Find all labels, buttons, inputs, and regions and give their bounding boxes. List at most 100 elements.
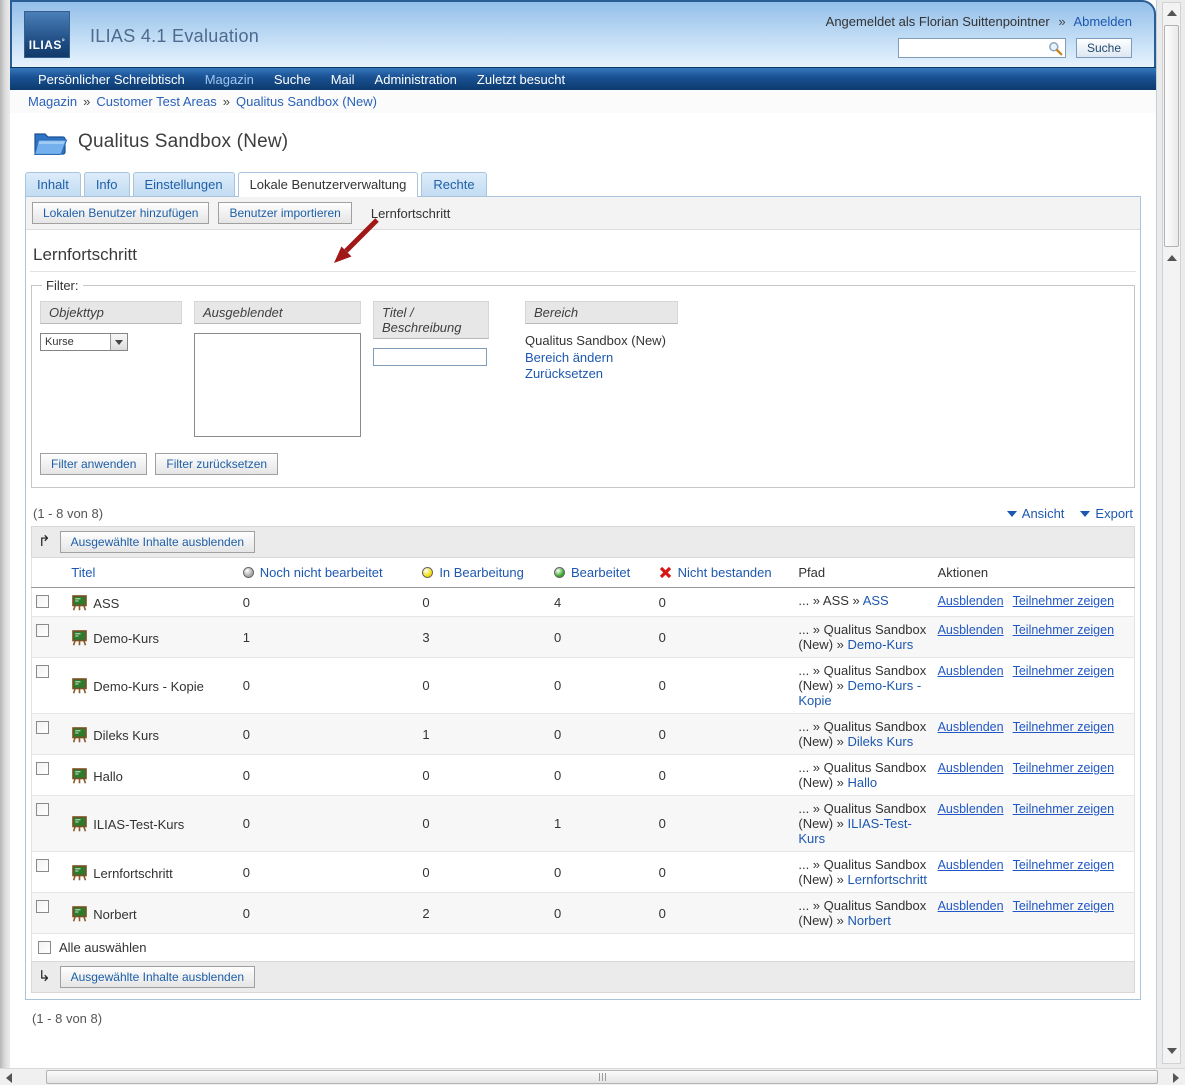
table-row: Hallo0000... » Qualitus Sandbox (New) » … xyxy=(32,755,1135,796)
ausblenden-link[interactable]: Ausblenden xyxy=(938,761,1004,775)
breadcrumb: Magazin»Customer Test Areas»Qualitus San… xyxy=(10,90,1156,113)
nav-item-0[interactable]: Persönlicher Schreibtisch xyxy=(28,72,195,87)
scroll-down-arrow[interactable] xyxy=(1167,1048,1177,1054)
scroll-right-arrow[interactable] xyxy=(1173,1073,1179,1083)
row-checkbox[interactable] xyxy=(36,721,49,734)
tab-0[interactable]: Inhalt xyxy=(25,172,81,196)
teilnehmer-zeigen-link[interactable]: Teilnehmer zeigen xyxy=(1013,761,1114,775)
bulk-hide-button-bottom[interactable]: Ausgewählte Inhalte ausblenden xyxy=(60,966,255,988)
bereich-change-link[interactable]: Bereich ändern xyxy=(525,350,725,365)
horizontal-scrollbar[interactable] xyxy=(0,1068,1185,1085)
titel-filter-input[interactable] xyxy=(373,348,487,366)
tab-2[interactable]: Einstellungen xyxy=(133,172,235,196)
filter-reset-button[interactable]: Filter zurücksetzen xyxy=(155,453,278,475)
path-link[interactable]: ASS xyxy=(863,593,889,608)
row-checkbox[interactable] xyxy=(36,859,49,872)
row-checkbox[interactable] xyxy=(36,762,49,775)
status-count: 0 xyxy=(239,893,419,934)
breadcrumb-link-1[interactable]: Customer Test Areas xyxy=(96,94,216,109)
column-pfad: Pfad xyxy=(794,558,933,588)
path-link[interactable]: Hallo xyxy=(847,775,877,790)
import-users-button[interactable]: Benutzer importieren xyxy=(218,202,351,224)
course-icon xyxy=(71,864,88,881)
ausblenden-link[interactable]: Ausblenden xyxy=(938,802,1004,816)
app-title: ILIAS 4.1 Evaluation xyxy=(90,26,259,47)
table-row: Demo-Kurs1300... » Qualitus Sandbox (New… xyxy=(32,617,1135,658)
path-link[interactable]: Dileks Kurs xyxy=(847,734,913,749)
nav-item-3[interactable]: Mail xyxy=(321,72,365,87)
objekttyp-select[interactable]: Kurse xyxy=(40,333,128,351)
teilnehmer-zeigen-link[interactable]: Teilnehmer zeigen xyxy=(1013,623,1114,637)
nav-item-5[interactable]: Zuletzt besucht xyxy=(467,72,575,87)
path-prefix: ... » ASS » xyxy=(798,593,862,608)
teilnehmer-zeigen-link[interactable]: Teilnehmer zeigen xyxy=(1013,720,1114,734)
export-menu[interactable]: Export xyxy=(1080,506,1133,521)
course-icon xyxy=(71,594,88,611)
teilnehmer-zeigen-link[interactable]: Teilnehmer zeigen xyxy=(1013,664,1114,678)
ausblenden-link[interactable]: Ausblenden xyxy=(938,858,1004,872)
teilnehmer-zeigen-link[interactable]: Teilnehmer zeigen xyxy=(1013,594,1114,608)
scroll-up-arrow[interactable] xyxy=(1167,10,1177,16)
tab-1[interactable]: Info xyxy=(84,172,130,196)
row-title: Norbert xyxy=(93,907,136,922)
status-legend-link-2[interactable]: Bearbeitet xyxy=(571,565,630,580)
status-count: 0 xyxy=(550,893,655,934)
status-count: 1 xyxy=(418,714,550,755)
horizontal-scrollbar-thumb[interactable] xyxy=(46,1070,1158,1084)
vertical-scrollbar-track[interactable] xyxy=(1162,2,1181,1064)
path-link[interactable]: Lernfortschritt xyxy=(847,872,926,887)
table-header-row: Titel Noch nicht bearbeitet In Bearbeitung… xyxy=(32,558,1135,588)
search-button[interactable]: Suche xyxy=(1076,38,1132,58)
bereich-reset-link[interactable]: Zurücksetzen xyxy=(525,366,725,381)
select-all-checkbox[interactable] xyxy=(38,941,51,954)
teilnehmer-zeigen-link[interactable]: Teilnehmer zeigen xyxy=(1013,802,1114,816)
status-count: 1 xyxy=(239,617,419,658)
status-legend-link-1[interactable]: In Bearbeitung xyxy=(439,565,524,580)
ansicht-menu[interactable]: Ansicht xyxy=(1007,506,1065,521)
filter-apply-button[interactable]: Filter anwenden xyxy=(40,453,147,475)
window-frame-edge xyxy=(0,0,10,1068)
sort-titel-link[interactable]: Titel xyxy=(71,565,95,580)
status-legend-link-3[interactable]: Nicht bestanden xyxy=(678,565,772,580)
nav-item-1[interactable]: Magazin xyxy=(195,72,264,87)
add-local-user-button[interactable]: Lokalen Benutzer hinzufügen xyxy=(32,202,209,224)
scroll-up-arrow-secondary[interactable] xyxy=(1167,255,1177,261)
teilnehmer-zeigen-link[interactable]: Teilnehmer zeigen xyxy=(1013,899,1114,913)
course-icon xyxy=(71,677,88,694)
select-dropdown-button[interactable] xyxy=(110,334,127,350)
ausgeblendet-listbox[interactable] xyxy=(194,333,361,437)
row-checkbox[interactable] xyxy=(36,803,49,816)
scroll-left-arrow[interactable] xyxy=(6,1073,12,1083)
filter-panel: Filter: Objekttyp Kurse Ausgeblendet Tit… xyxy=(31,278,1135,488)
main-nav: Persönlicher SchreibtischMagazinSucheMai… xyxy=(10,67,1156,90)
breadcrumb-separator: » xyxy=(223,94,230,109)
ausblenden-link[interactable]: Ausblenden xyxy=(938,664,1004,678)
status-count: 0 xyxy=(239,755,419,796)
row-checkbox[interactable] xyxy=(36,665,49,678)
path-link[interactable]: Norbert xyxy=(847,913,890,928)
nav-item-2[interactable]: Suche xyxy=(264,72,321,87)
breadcrumb-link-2[interactable]: Qualitus Sandbox (New) xyxy=(236,94,377,109)
tab-3[interactable]: Lokale Benutzerverwaltung xyxy=(238,172,419,197)
search-input[interactable] xyxy=(898,38,1066,58)
ausblenden-link[interactable]: Ausblenden xyxy=(938,899,1004,913)
breadcrumb-link-0[interactable]: Magazin xyxy=(28,94,77,109)
ausblenden-link[interactable]: Ausblenden xyxy=(938,720,1004,734)
objekttyp-selected-value: Kurse xyxy=(45,336,74,348)
tab-4[interactable]: Rechte xyxy=(421,172,486,196)
logout-link[interactable]: Abmelden xyxy=(1073,14,1132,29)
row-checkbox[interactable] xyxy=(36,900,49,913)
ausblenden-link[interactable]: Ausblenden xyxy=(938,623,1004,637)
row-checkbox[interactable] xyxy=(36,595,49,608)
path-link[interactable]: Demo-Kurs xyxy=(847,637,913,652)
teilnehmer-zeigen-link[interactable]: Teilnehmer zeigen xyxy=(1013,858,1114,872)
row-checkbox[interactable] xyxy=(36,624,49,637)
filter-legend: Filter: xyxy=(42,278,83,293)
nav-item-4[interactable]: Administration xyxy=(365,72,467,87)
ausblenden-link[interactable]: Ausblenden xyxy=(938,594,1004,608)
vertical-scrollbar-thumb[interactable] xyxy=(1164,25,1179,247)
bulk-hide-button-top[interactable]: Ausgewählte Inhalte ausblenden xyxy=(60,531,255,553)
vertical-scrollbar[interactable] xyxy=(1157,0,1185,1068)
status-legend-link-0[interactable]: Noch nicht bearbeitet xyxy=(260,565,383,580)
login-status: Angemeldet als Florian Suittenpointner xyxy=(826,14,1050,29)
